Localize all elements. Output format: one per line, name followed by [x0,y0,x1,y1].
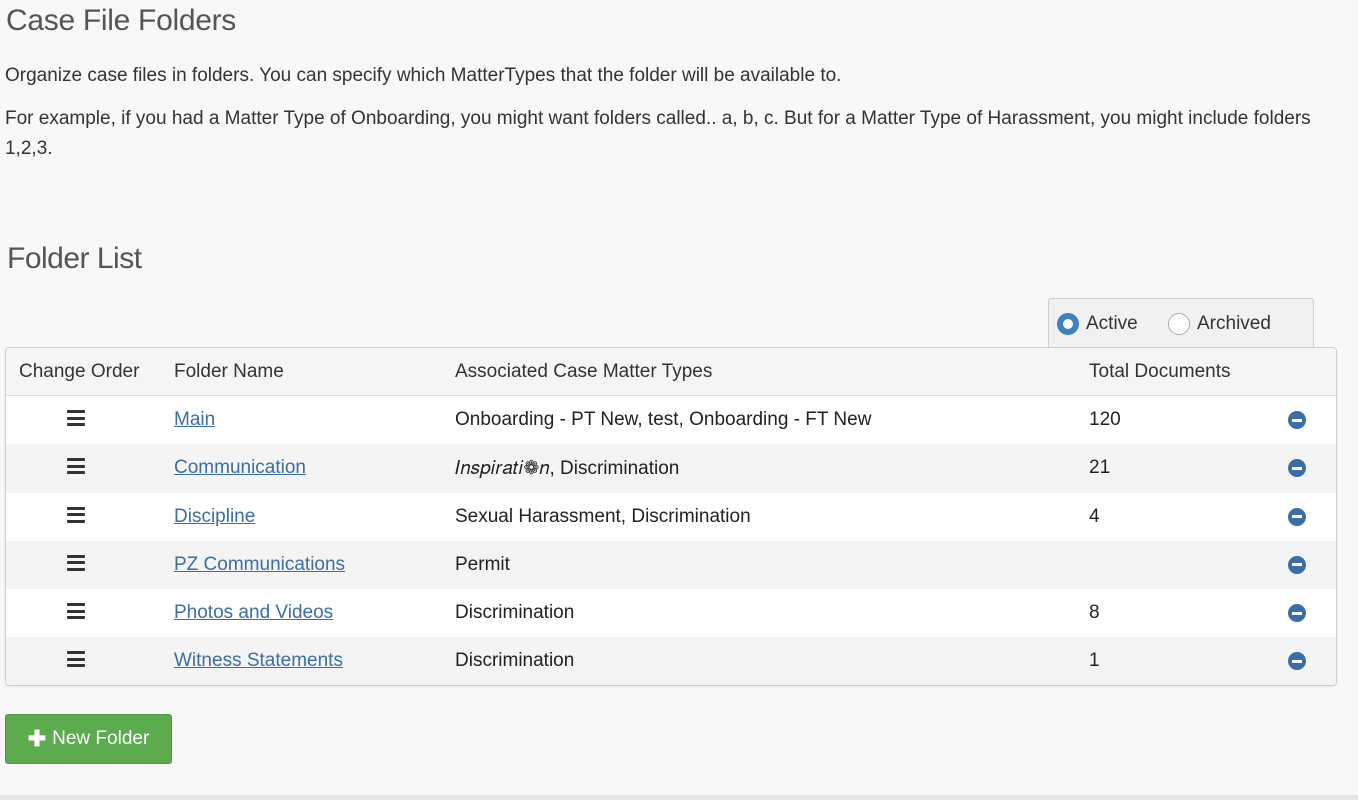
table-row: Communication 𝐼𝑛𝑠𝑝𝑖𝑟𝑎𝑡𝑖❁𝑛, Discriminatio… [6,444,1336,493]
total-documents: 1 [1089,650,1100,672]
table-row: Main Onboarding - PT New, test, Onboardi… [6,396,1336,445]
folder-list-title: Folder List [7,242,142,275]
folder-name-link[interactable]: Communication [174,457,306,479]
total-documents: 120 [1089,409,1121,430]
archived-radio-label: Archived [1197,313,1271,334]
matter-types: Permit [455,553,510,575]
page-title: Case File Folders [6,4,236,37]
matter-types: Discrimination [455,650,575,672]
folder-name-link[interactable]: Main [174,409,215,431]
remove-icon[interactable] [1288,652,1306,671]
folder-name-link[interactable]: PZ Communications [174,554,345,576]
status-filter: Active Archived [1048,298,1314,347]
remove-icon[interactable] [1288,604,1306,623]
intro-text: Organize case files in folders. You can … [5,65,842,86]
active-radio-label: Active [1086,313,1138,334]
column-header-total-documents[interactable]: Total Documents [1089,361,1231,383]
drag-handle-icon[interactable] [67,651,85,668]
table-row: Witness Statements Discrimination 1 [6,637,1336,685]
folder-table: Change Order Folder Name Associated Case… [5,347,1337,686]
matter-types: Sexual Harassment, Discrimination [455,505,751,527]
radio-selected-icon [1057,313,1079,335]
remove-icon[interactable] [1288,459,1306,478]
new-folder-button[interactable]: ✚ New Folder [5,714,172,764]
remove-icon[interactable] [1288,507,1306,526]
example-text: For example, if you had a Matter Type of… [5,108,1311,159]
folder-name-link[interactable]: Witness Statements [174,650,343,672]
remove-icon[interactable] [1288,555,1306,574]
plus-icon: ✚ [27,726,47,751]
folder-name-link[interactable]: Discipline [174,506,255,528]
radio-unselected-icon [1168,313,1190,335]
active-radio[interactable]: Active [1057,313,1138,335]
matter-types: Onboarding - PT New, test, Onboarding - … [455,409,872,430]
total-documents: 4 [1089,505,1100,527]
bottom-divider [0,795,1358,800]
new-folder-label: New Folder [52,728,150,749]
drag-handle-icon[interactable] [67,603,85,620]
column-header-change-order[interactable]: Change Order [19,361,139,383]
matter-types: 𝐼𝑛𝑠𝑝𝑖𝑟𝑎𝑡𝑖❁𝑛, Discrimination [455,458,680,480]
column-header-matter-types[interactable]: Associated Case Matter Types [455,361,712,383]
drag-handle-icon[interactable] [67,458,85,475]
matter-types: Discrimination [455,602,575,624]
column-header-folder-name[interactable]: Folder Name [174,361,284,383]
remove-icon[interactable] [1288,411,1306,429]
archived-radio[interactable]: Archived [1168,313,1271,335]
table-header: Change Order Folder Name Associated Case… [6,348,1336,396]
total-documents: 21 [1089,457,1111,479]
total-documents: 8 [1089,602,1100,624]
folder-name-link[interactable]: Photos and Videos [174,602,333,624]
drag-handle-icon[interactable] [67,554,85,571]
table-row: PZ Communications Permit [6,540,1336,590]
drag-handle-icon[interactable] [67,506,85,523]
table-row: Photos and Videos Discrimination 8 [6,589,1336,638]
table-row: Discipline Sexual Harassment, Discrimina… [6,492,1336,541]
page: Case File Folders Organize case files in… [0,0,1358,800]
drag-handle-icon[interactable] [67,410,85,426]
